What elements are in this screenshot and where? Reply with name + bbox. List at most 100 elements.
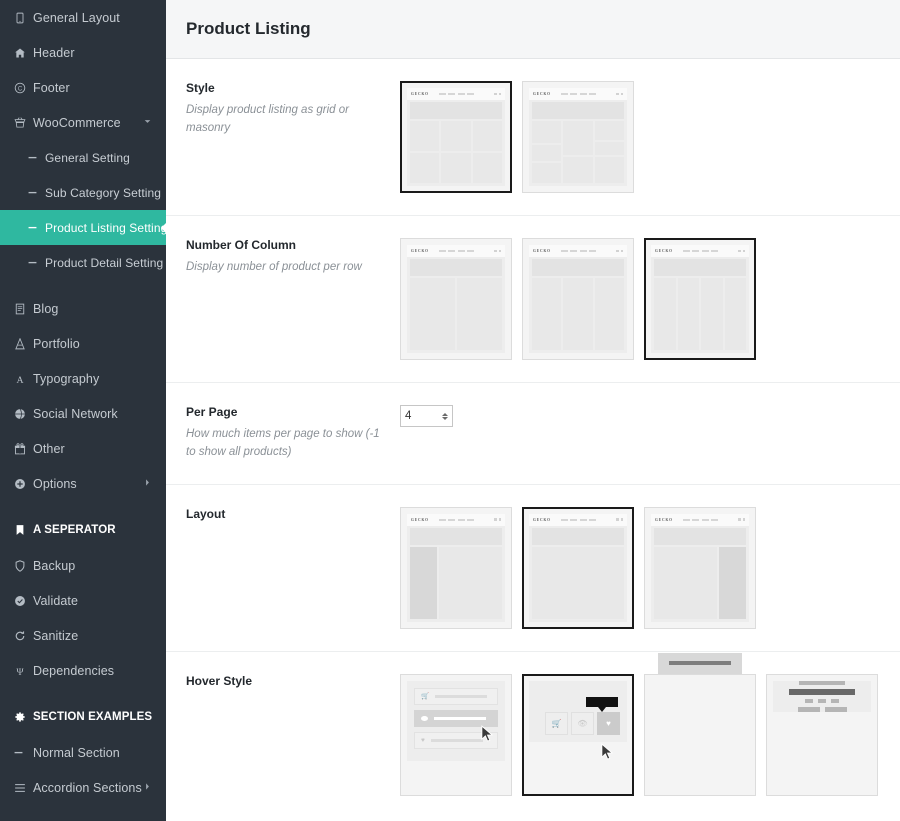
sidebar-item-footer[interactable]: C Footer xyxy=(0,70,166,105)
style-option-masonry[interactable]: GECKO xyxy=(522,81,634,193)
thumbnail-masonry: GECKO xyxy=(529,88,627,186)
sidebar-item-label: A SEPERATOR xyxy=(33,524,116,536)
thumb-header-icons xyxy=(494,249,501,253)
thumb-nav-icon xyxy=(560,250,597,252)
per-page-stepper[interactable] xyxy=(400,405,453,427)
admin-panel: General Layout Header C Footer WooCommerce Ge… xyxy=(0,0,900,821)
layout-options: GECKO GECKO GECKO xyxy=(400,506,880,629)
chevron-right-icon[interactable] xyxy=(143,782,152,794)
eye-icon: 👁 xyxy=(571,711,594,735)
thumb-logo: GECKO xyxy=(655,249,673,253)
sidebar-item-section-examples: SECTION EXAMPLES xyxy=(0,699,166,735)
sidebar-item-product-listing-setting[interactable]: Product Listing Setting xyxy=(0,210,166,245)
refresh-icon xyxy=(14,630,33,642)
branch-icon: Ψ xyxy=(14,665,33,676)
sidebar-item-normal-section[interactable]: Normal Section xyxy=(0,735,166,770)
gear-icon xyxy=(14,711,33,723)
sidebar-item-label: Options xyxy=(33,476,77,491)
thumb-header-icons xyxy=(616,518,623,521)
thumb-header-icons xyxy=(738,249,745,253)
thumbnail-grid: GECKO xyxy=(407,88,505,186)
hover-option-hover-style-3[interactable] xyxy=(644,652,756,796)
layout-option-right-sidebar[interactable]: GECKO xyxy=(644,506,756,629)
thumbnail-columns: GECKO xyxy=(651,245,749,353)
sidebar-item-label: Typography xyxy=(33,371,100,386)
sidebar-item-label: SECTION EXAMPLES xyxy=(33,711,153,723)
sidebar-item-label: Dependencies xyxy=(33,663,115,678)
sidebar-item-woocommerce[interactable]: WooCommerce xyxy=(0,105,166,140)
field-columns: Number Of Column Display number of produ… xyxy=(166,216,900,383)
sidebar-item-typography[interactable]: A Typography xyxy=(0,361,166,396)
tooltip-bubble xyxy=(586,696,618,707)
layout-option-left-sidebar[interactable]: GECKO xyxy=(400,506,512,629)
thumb-logo: GECKO xyxy=(411,249,429,253)
svg-text:Ψ: Ψ xyxy=(16,666,24,676)
stepper-arrows-icon[interactable] xyxy=(442,412,448,420)
thumb-logo: GECKO xyxy=(533,249,551,253)
thumbnail-hover-2: 🛒 👁 ♥ xyxy=(529,680,627,760)
chevron-down-icon[interactable] xyxy=(143,117,152,129)
sidebar-item-label: Header xyxy=(33,45,75,60)
thumb-mini-header: GECKO xyxy=(529,513,627,526)
thumb-body xyxy=(651,545,749,622)
sidebar-item-general-layout[interactable]: General Layout xyxy=(0,0,166,35)
column-option-2[interactable]: GECKO xyxy=(400,238,512,360)
home-icon xyxy=(14,47,33,59)
sidebar-item-label: Sub Category Setting xyxy=(45,185,162,200)
main-content: Product Listing Style Display product li… xyxy=(166,0,900,821)
sidebar-item-label: Backup xyxy=(33,558,76,573)
style-option-grid[interactable]: GECKO xyxy=(400,81,512,193)
sidebar-item-blog[interactable]: Blog xyxy=(0,291,166,326)
sidebar-item-sanitize[interactable]: Sanitize xyxy=(0,618,166,653)
sidebar-item-portfolio[interactable]: Portfolio xyxy=(0,326,166,361)
per-page-input[interactable] xyxy=(405,406,435,426)
thumb-hero xyxy=(532,259,624,276)
sidebar-item-dependencies[interactable]: Ψ Dependencies xyxy=(0,653,166,688)
field-title: Hover Style xyxy=(186,673,253,688)
sidebar-item-options[interactable]: Options xyxy=(0,466,166,501)
column-option-4[interactable]: GECKO xyxy=(644,238,756,360)
thumb-nav-icon xyxy=(560,518,597,521)
sidebar-item-label: Social Network xyxy=(33,406,118,421)
hover-option-hover-style-1[interactable]: 🛒 ♥ xyxy=(400,673,512,796)
sidebar-item-sub-category-setting[interactable]: Sub Category Setting xyxy=(0,175,166,210)
sidebar-item-general-setting[interactable]: General Setting xyxy=(0,140,166,175)
thumb-hero xyxy=(654,259,746,276)
field-title: Style xyxy=(186,81,215,95)
thumb-logo: GECKO xyxy=(411,517,429,522)
field-label-style: Style Display product listing as grid or… xyxy=(186,81,400,193)
field-description: Display number of product per row xyxy=(186,261,362,273)
field-layout: Layout GECKO GECKO GECKO xyxy=(166,485,900,652)
sidebar-item-label: Product Detail Setting xyxy=(45,255,164,270)
per-page-control xyxy=(400,405,880,462)
sidebar-item-product-detail-setting[interactable]: Product Detail Setting xyxy=(0,245,166,280)
sidebar-item-label: Footer xyxy=(33,80,70,95)
sidebar-item-other[interactable]: Other xyxy=(0,431,166,466)
dash-icon xyxy=(28,223,45,232)
style-options: GECKO GECKO xyxy=(400,81,880,193)
field-per-page: Per Page How much items per page to show… xyxy=(166,383,900,485)
thumb-nav-icon xyxy=(682,518,719,521)
thumb-hero xyxy=(410,102,502,119)
sidebar-item-accordion-sections[interactable]: Accordion Sections xyxy=(0,770,166,805)
sidebar-item-label: Portfolio xyxy=(33,336,80,351)
hover-option-hover-style-4[interactable] xyxy=(766,673,878,796)
layout-option-full-width[interactable]: GECKO xyxy=(522,506,634,629)
column-option-3[interactable]: GECKO xyxy=(522,238,634,360)
chevron-right-icon[interactable] xyxy=(143,478,152,490)
field-title: Layout xyxy=(186,506,226,521)
sidebar-item-backup[interactable]: Backup xyxy=(0,548,166,583)
field-description: How much items per page to show (-1 to s… xyxy=(186,428,380,458)
sidebar-item-label: Accordion Sections xyxy=(33,780,142,795)
columns-options: GECKO GECKO GECKO xyxy=(400,238,880,360)
hover-option-hover-style-2[interactable]: 🛒 👁 ♥ xyxy=(522,673,634,796)
thumb-hero xyxy=(532,102,624,119)
thumb-mini-header: GECKO xyxy=(407,513,505,526)
sidebar-item-social-network[interactable]: Social Network xyxy=(0,396,166,431)
active-pointer-icon xyxy=(161,222,166,233)
sidebar-item-header[interactable]: Header xyxy=(0,35,166,70)
sidebar-item-validate[interactable]: Validate xyxy=(0,583,166,618)
